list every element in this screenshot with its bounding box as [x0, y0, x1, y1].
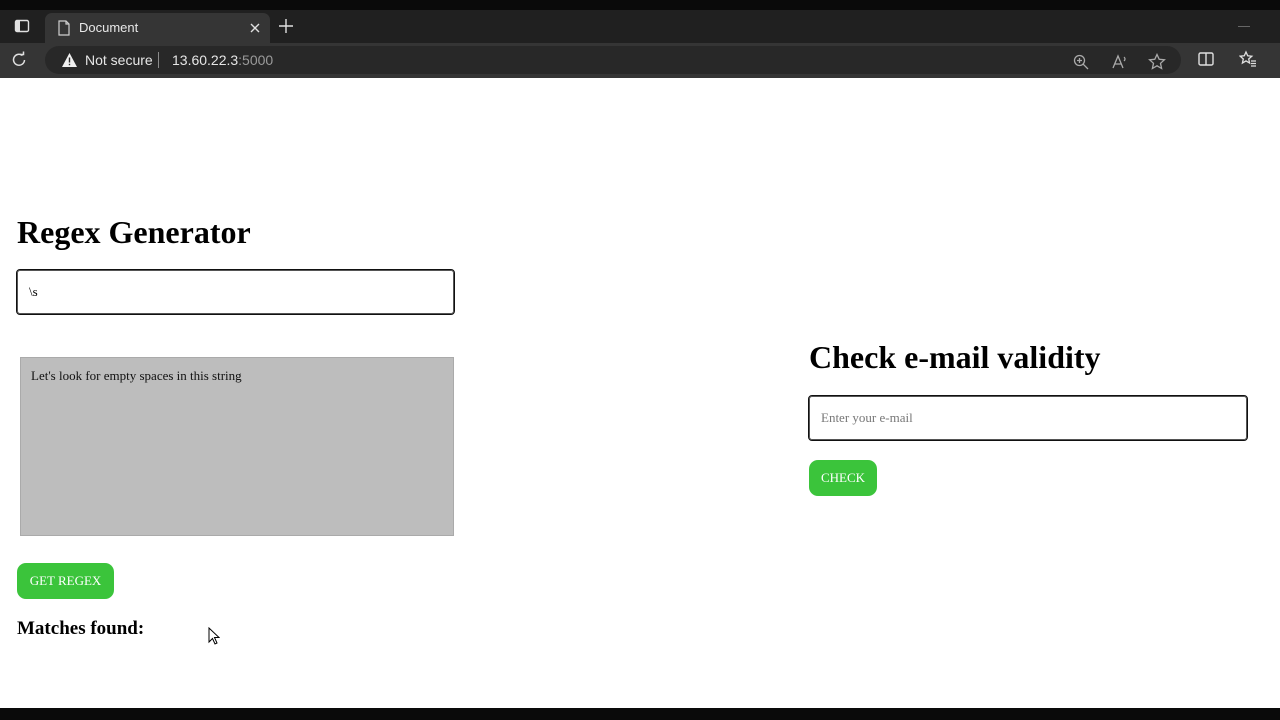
page-icon — [58, 20, 70, 36]
favorites-icon[interactable] — [1239, 50, 1257, 68]
window-top-edge — [0, 0, 1280, 10]
address-bar: Not secure 13.60.22.3:5000 — [0, 43, 1280, 78]
url-text[interactable]: 13.60.22.3:5000 — [172, 52, 273, 68]
get-regex-button[interactable]: GET REGEX — [17, 563, 114, 599]
test-string-textarea[interactable]: Let's look for empty spaces in this stri… — [20, 357, 454, 536]
tab-bar: Document — [0, 10, 1280, 43]
url-port: :5000 — [238, 52, 274, 68]
close-icon[interactable] — [246, 19, 264, 37]
read-aloud-icon[interactable] — [1111, 53, 1129, 71]
regex-pattern-input[interactable] — [16, 269, 455, 315]
check-button[interactable]: CHECK — [809, 460, 877, 496]
tab-title: Document — [79, 20, 139, 35]
tab-document[interactable]: Document — [45, 13, 270, 43]
warning-icon[interactable] — [61, 52, 78, 68]
mouse-cursor-icon — [208, 627, 220, 645]
email-validity-heading: Check e-mail validity — [809, 339, 1101, 375]
plus-icon[interactable] — [278, 18, 294, 34]
url-divider — [158, 52, 159, 68]
window-icon[interactable] — [14, 18, 30, 34]
url-field[interactable]: Not secure 13.60.22.3:5000 — [45, 46, 1181, 74]
minimize-button[interactable] — [1238, 26, 1250, 27]
matches-found-label: Matches found: — [17, 618, 145, 639]
security-label[interactable]: Not secure — [85, 52, 153, 68]
email-input[interactable] — [808, 395, 1248, 441]
reload-icon[interactable] — [10, 51, 28, 69]
window-bottom-edge — [0, 708, 1280, 720]
regex-generator-heading: Regex Generator — [17, 214, 251, 250]
favorite-star-icon[interactable] — [1148, 53, 1166, 71]
url-host: 13.60.22.3 — [172, 52, 239, 68]
split-screen-icon[interactable] — [1197, 50, 1215, 68]
page-content: Regex Generator Let's look for empty spa… — [0, 78, 1280, 708]
zoom-icon[interactable] — [1072, 53, 1090, 71]
